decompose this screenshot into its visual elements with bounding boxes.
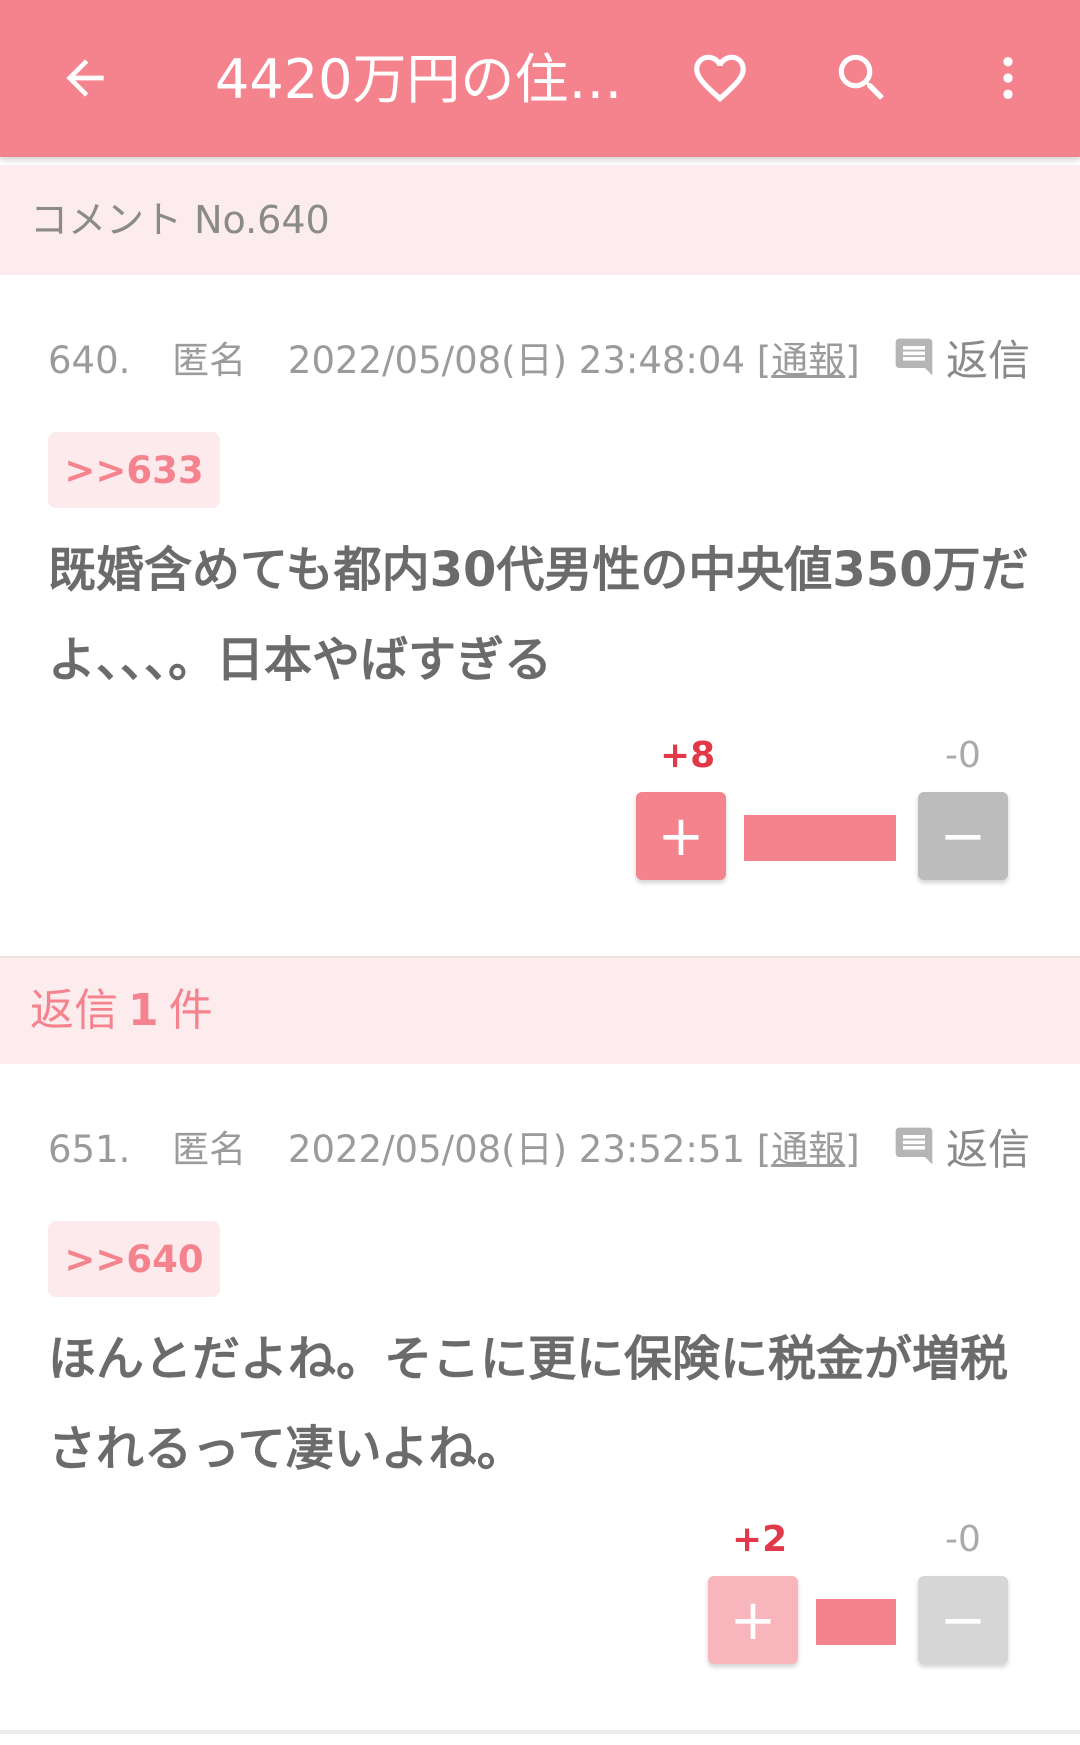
anchor-link[interactable]: >>633 <box>48 432 220 508</box>
replies-header: 返信 1 件 <box>0 956 1080 1064</box>
comment-section-header: コメント No.640 <box>0 165 1080 275</box>
replies-count-label: 返信 1 件 <box>30 985 213 1036</box>
comment-datetime: 2022/05/08(日) 23:48:04 <box>287 339 745 382</box>
vote-controls: +8 -0 + − <box>630 735 1030 885</box>
search-button[interactable] <box>822 38 902 118</box>
plus-vote-button[interactable]: + <box>636 792 726 880</box>
comment-meta: 640. 匿名 2022/05/08(日) 23:48:04 [通報] <box>48 330 860 382</box>
comment-datetime: 2022/05/08(日) 23:52:51 <box>287 1128 745 1171</box>
reply-comment-item: 651. 匿名 2022/05/08(日) 23:52:51 [通報] 返信 >… <box>0 1064 1080 1734</box>
plus-vote-button[interactable]: + <box>708 1576 798 1664</box>
plus-count: +8 <box>660 735 716 776</box>
minus-vote-button[interactable]: − <box>918 792 1008 880</box>
reply-button[interactable]: 返信 <box>892 1116 1030 1176</box>
comment-author: 匿名 <box>172 1128 247 1171</box>
back-button[interactable] <box>45 38 125 118</box>
comment-icon <box>895 1127 933 1165</box>
favorite-button[interactable] <box>680 38 760 118</box>
comment-number-heading: コメント No.640 <box>30 198 330 242</box>
comment-number: 640. <box>48 339 131 382</box>
vote-ratio-bar <box>816 1599 896 1645</box>
report-link[interactable]: [通報] <box>757 1128 860 1171</box>
minus-vote-button[interactable]: − <box>918 1576 1008 1664</box>
vote-ratio-bar <box>744 815 896 861</box>
comment-body: 既婚含めても都内30代男性の中央値350万だよ、、、。日本やばすぎる <box>48 542 1029 688</box>
reply-label: 返信 <box>945 1124 1030 1174</box>
comment-meta: 651. 匿名 2022/05/08(日) 23:52:51 [通報] <box>48 1119 860 1171</box>
search-icon <box>838 54 884 100</box>
more-vert-icon <box>1003 57 1013 99</box>
comment-body: ほんとだよね。そこに更に保険に税金が増税されるって凄いよね。 <box>48 1331 1009 1477</box>
vote-controls: +2 -0 + − <box>630 1519 1030 1669</box>
anchor-link[interactable]: >>640 <box>48 1221 220 1297</box>
comment-number: 651. <box>48 1128 131 1171</box>
minus-count: -0 <box>945 735 981 776</box>
divider <box>0 1730 1080 1734</box>
report-link[interactable]: [通報] <box>757 339 860 382</box>
back-arrow-icon <box>66 59 104 97</box>
plus-count: +2 <box>732 1519 788 1560</box>
reply-label: 返信 <box>945 335 1030 385</box>
page-title: 4420万円の住… <box>215 48 623 111</box>
app-bar: 4420万円の住… <box>0 0 1080 157</box>
reply-button[interactable]: 返信 <box>892 327 1030 387</box>
heart-icon <box>694 54 746 103</box>
minus-count: -0 <box>945 1519 981 1560</box>
comment-author: 匿名 <box>172 339 247 382</box>
comment-item: 640. 匿名 2022/05/08(日) 23:48:04 [通報] 返信 >… <box>0 275 1080 955</box>
comment-icon <box>895 338 933 376</box>
more-options-button[interactable] <box>968 38 1048 118</box>
